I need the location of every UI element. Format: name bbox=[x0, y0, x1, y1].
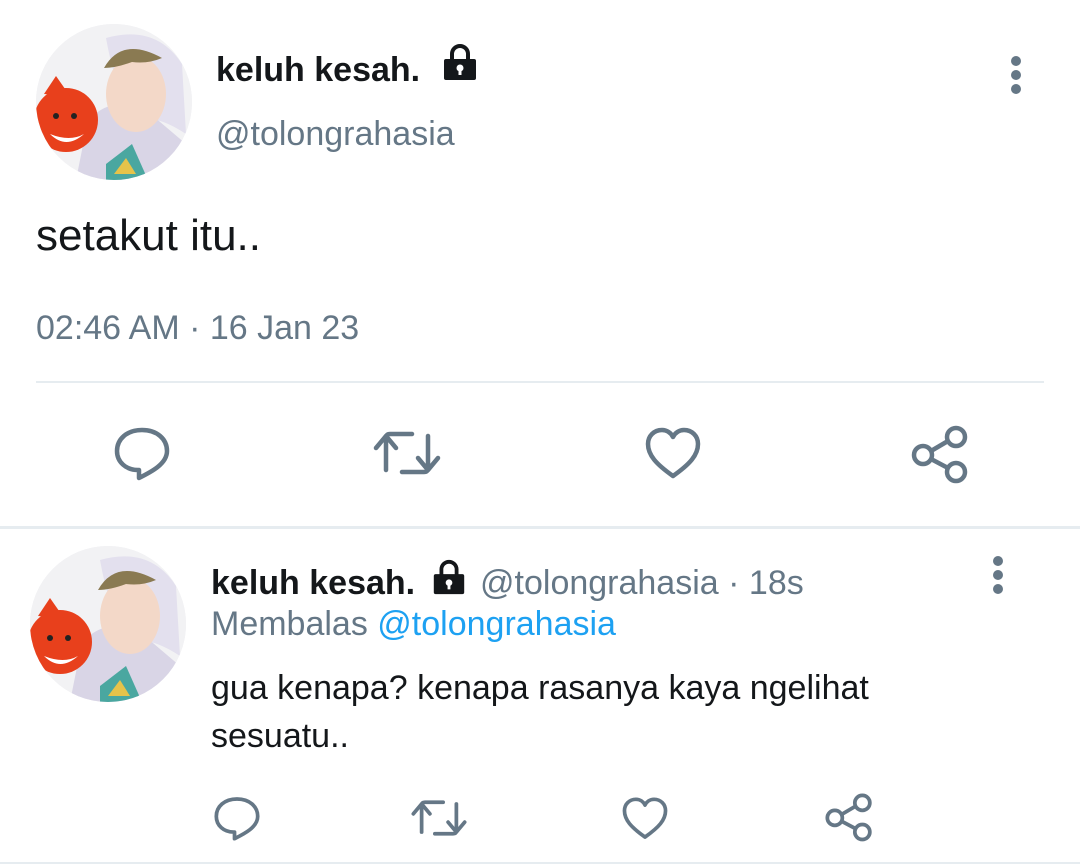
display-name[interactable]: keluh kesah. bbox=[211, 564, 415, 602]
tweet-text: setakut itu.. bbox=[36, 211, 262, 260]
replying-label: Membalas bbox=[211, 605, 368, 643]
tweet-text-line-2: sesuatu.. bbox=[211, 717, 349, 755]
like-icon[interactable] bbox=[644, 426, 702, 482]
section-divider bbox=[0, 526, 1080, 529]
reply-icon[interactable] bbox=[213, 794, 261, 842]
more-vertical-icon[interactable] bbox=[1006, 56, 1026, 96]
retweet-icon[interactable] bbox=[372, 424, 442, 482]
bottom-divider bbox=[0, 862, 1080, 864]
timestamp: 02:46 AM · 16 Jan 23 bbox=[36, 309, 360, 347]
reply-icon[interactable] bbox=[113, 424, 171, 482]
retweet-icon[interactable] bbox=[410, 794, 468, 842]
share-icon[interactable] bbox=[824, 792, 874, 842]
replying-to-link[interactable]: @tolongrahasia bbox=[377, 605, 616, 643]
avatar[interactable] bbox=[36, 24, 192, 180]
reply-header: keluh kesah. @tolongrahasia · 18s bbox=[211, 558, 804, 603]
like-icon[interactable] bbox=[621, 796, 669, 842]
relative-time: 18s bbox=[748, 564, 804, 602]
lock-icon bbox=[440, 42, 480, 82]
lock-icon bbox=[429, 558, 469, 596]
share-icon[interactable] bbox=[910, 424, 970, 484]
replying-to: Membalas @tolongrahasia bbox=[211, 604, 616, 644]
time-separator: · bbox=[728, 564, 740, 602]
tweet-text-line-1: gua kenapa? kenapa rasanya kaya ngelihat bbox=[211, 669, 869, 707]
divider bbox=[36, 381, 1044, 383]
display-name[interactable]: keluh kesah. bbox=[216, 50, 420, 90]
more-vertical-icon[interactable] bbox=[988, 556, 1008, 596]
handle[interactable]: @tolongrahasia bbox=[216, 114, 455, 154]
handle[interactable]: @tolongrahasia bbox=[480, 564, 719, 602]
avatar[interactable] bbox=[30, 546, 186, 702]
